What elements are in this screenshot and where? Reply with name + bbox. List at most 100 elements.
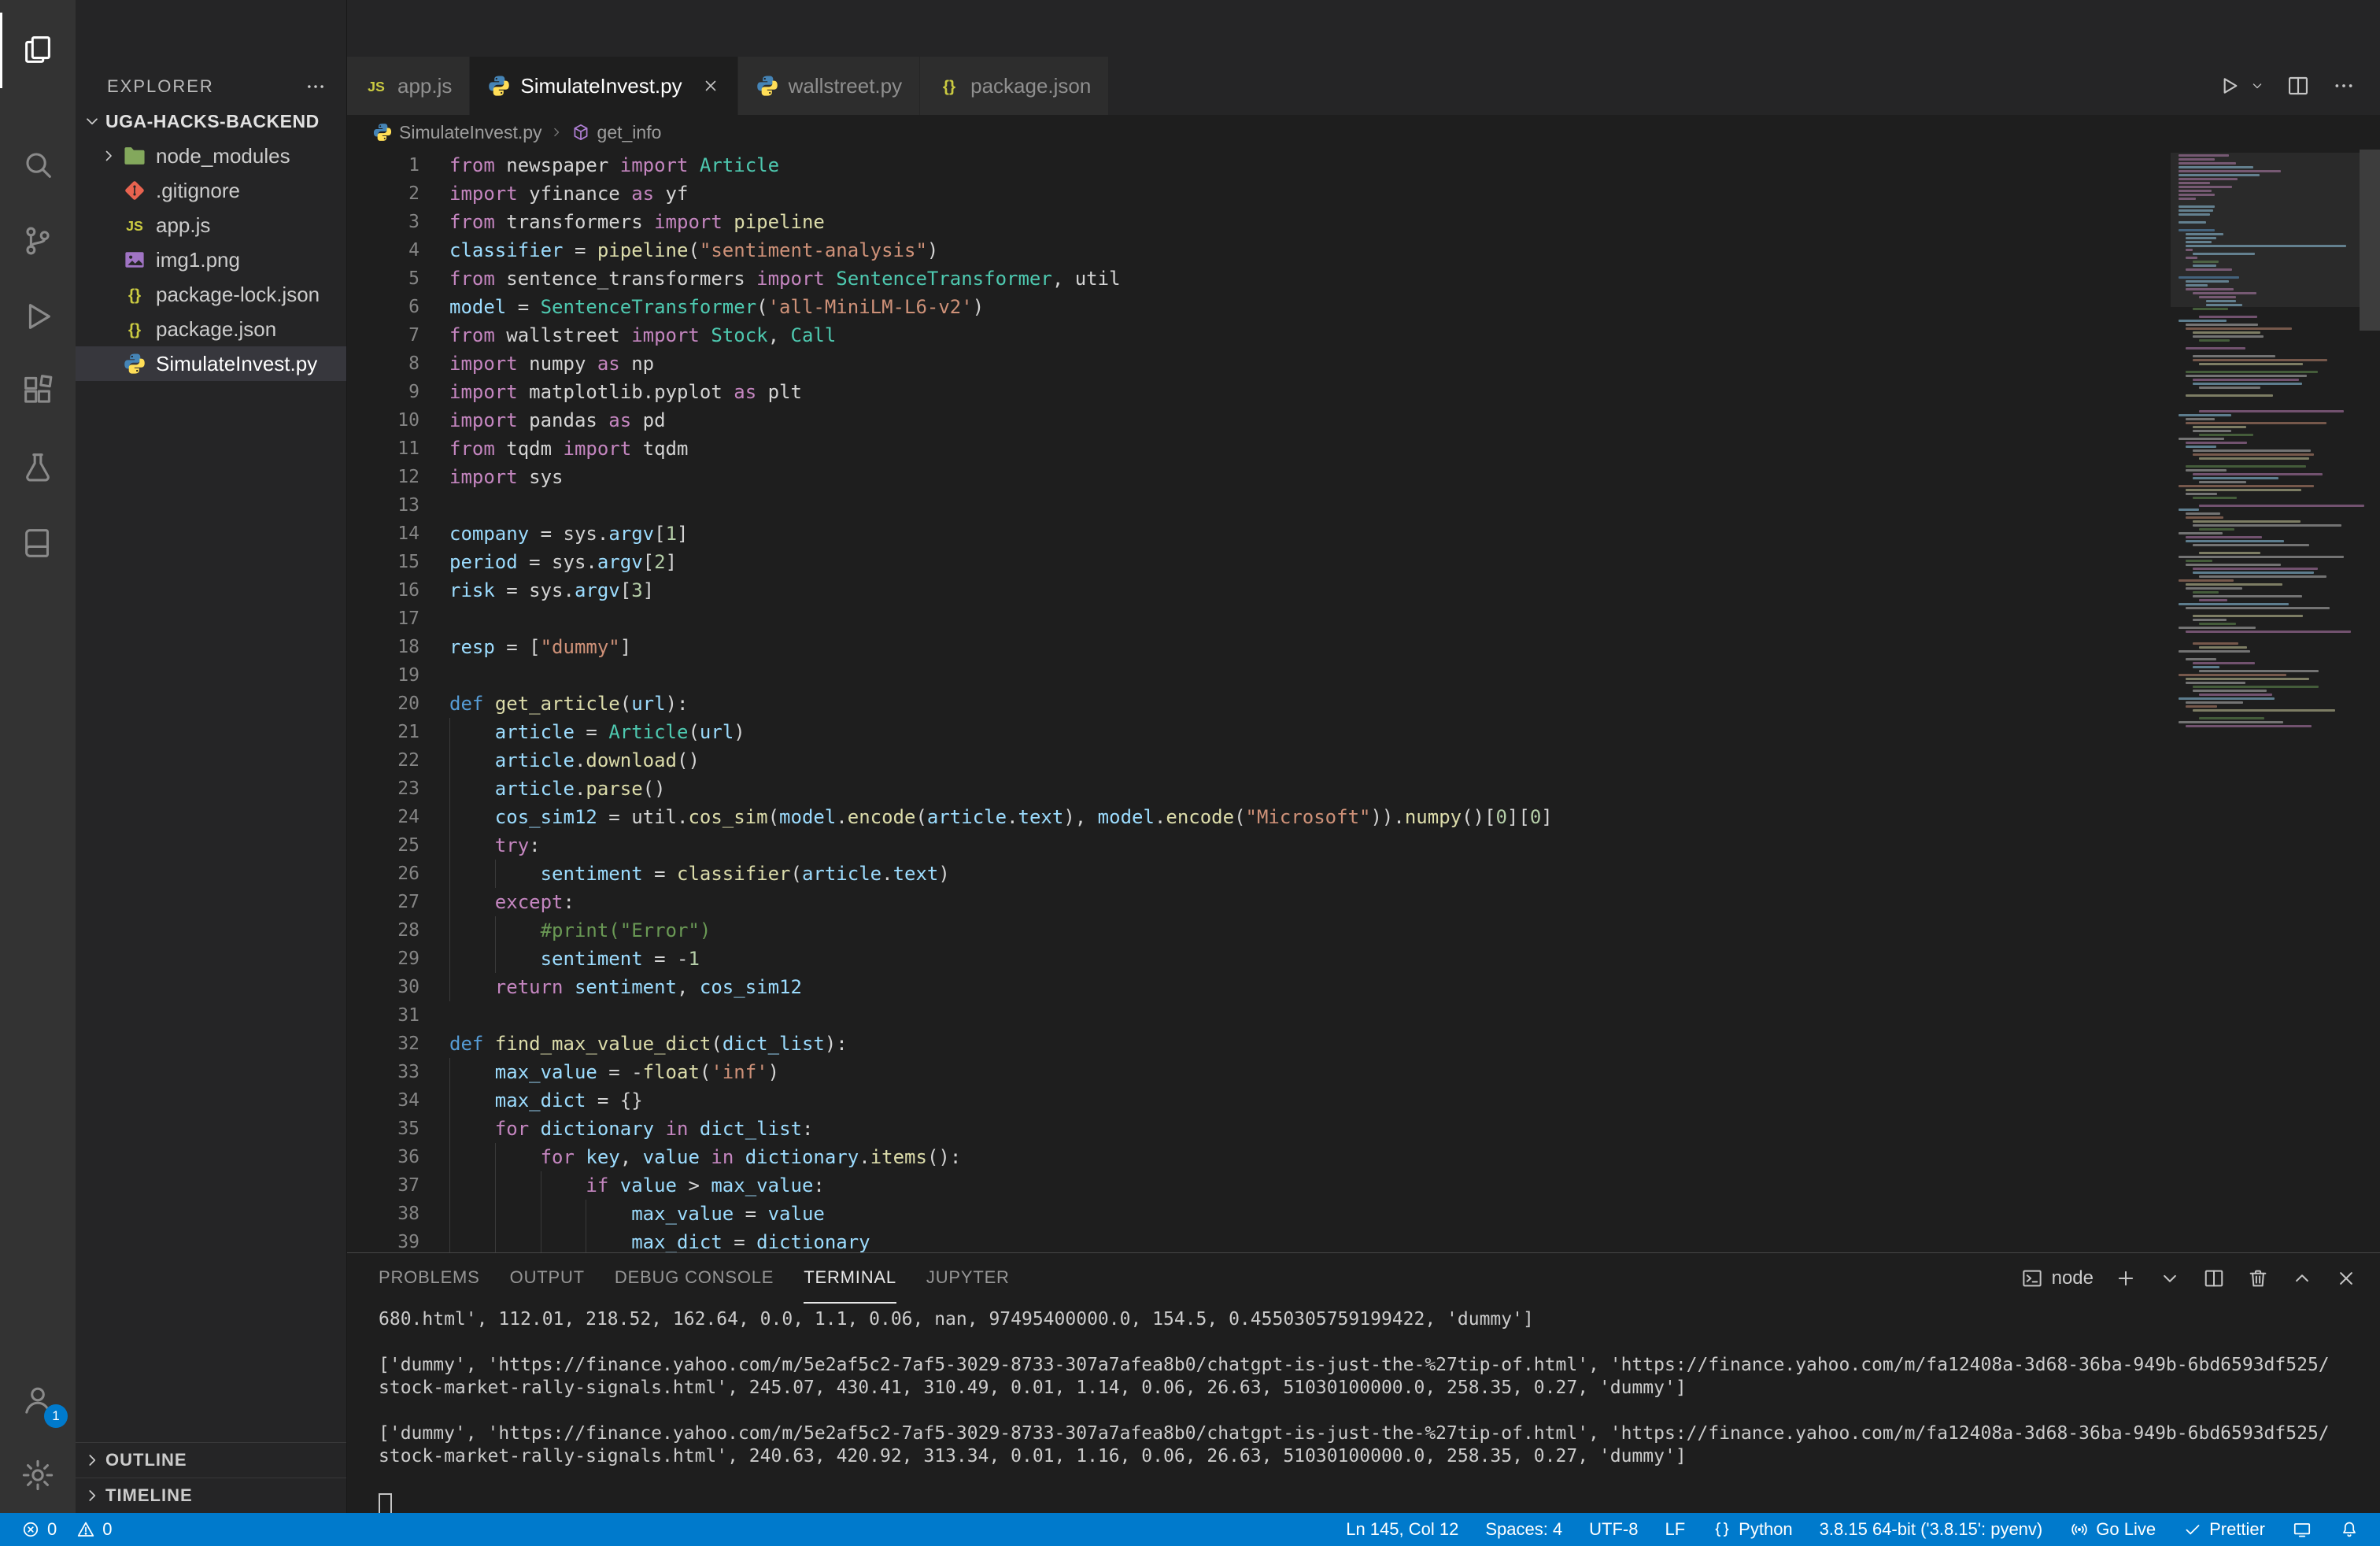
file-item-img1.png[interactable]: img1.png (76, 242, 346, 277)
status-screen-cast[interactable] (2292, 1519, 2312, 1540)
more-actions-button[interactable] (2331, 73, 2356, 98)
status-go-live[interactable]: Go Live (2069, 1519, 2156, 1540)
minimap[interactable] (2174, 153, 2356, 1252)
activity-item-search[interactable] (0, 128, 76, 203)
activity-item-source-control[interactable] (0, 203, 76, 279)
tab-package.json[interactable]: {}package.json (920, 57, 1109, 115)
panel-actions: node (2020, 1267, 2358, 1290)
run-button[interactable] (2216, 73, 2241, 98)
activity-item-testing[interactable] (0, 430, 76, 505)
tab-label: wallstreet.py (789, 74, 903, 98)
file-item-.gitignore[interactable]: .gitignore (76, 173, 346, 208)
breadcrumb-item[interactable]: SimulateInvest.py (372, 122, 542, 143)
status-prettier[interactable]: Prettier (2182, 1519, 2265, 1540)
symbol-method-icon (571, 122, 591, 142)
status-errors[interactable]: 0 (20, 1519, 57, 1540)
js-file-icon: JS (364, 74, 388, 98)
maximize-panel-button[interactable] (2290, 1267, 2314, 1290)
status-indentation[interactable]: Spaces: 4 (1485, 1519, 1562, 1540)
shell-selector[interactable]: node (2020, 1267, 2094, 1290)
breadcrumb-item[interactable]: get_info (571, 122, 662, 143)
terminal-line (379, 1468, 2364, 1491)
scrollbar-thumb[interactable] (2360, 150, 2380, 331)
activity-item-extensions[interactable] (0, 354, 76, 430)
close-panel-button[interactable] (2334, 1267, 2358, 1290)
panel-tab-debug-console[interactable]: DEBUG CONSOLE (615, 1253, 774, 1304)
testing-icon (20, 449, 56, 486)
image-file-icon (123, 248, 146, 272)
accounts-badge: 1 (44, 1404, 68, 1428)
status-eol[interactable]: LF (1665, 1519, 1685, 1540)
line-number: 29 (347, 945, 419, 973)
js-file-icon: JS (123, 213, 146, 237)
code-line: 24 cos_sim12 = util.cos_sim(model.encode… (347, 803, 2166, 831)
notebook-icon (20, 525, 56, 561)
status-python-interpreter[interactable]: 3.8.15 64-bit ('3.8.15': pyenv) (1820, 1519, 2043, 1540)
sidebar-header: EXPLORER (76, 69, 346, 104)
vscode-window: 1 EXPLORER UGA-HACKS-BACKEND node_module… (0, 0, 2380, 1546)
activity-item-explorer[interactable] (0, 13, 76, 88)
line-number: 28 (347, 916, 419, 945)
sidebar-pane-timeline[interactable]: TIMELINE (76, 1478, 346, 1513)
chevron-right-icon (99, 146, 123, 165)
kill-terminal-button[interactable] (2246, 1267, 2270, 1290)
file-item-SimulateInvest.py[interactable]: SimulateInvest.py (76, 346, 346, 381)
terminal-output[interactable]: 680.html', 112.01, 218.52, 162.64, 0.0, … (347, 1304, 2380, 1513)
panel-tab-terminal[interactable]: TERMINAL (804, 1253, 896, 1304)
activity-item-accounts[interactable]: 1 (0, 1362, 76, 1437)
tab-label: SimulateInvest.py (520, 74, 682, 98)
new-terminal-button[interactable] (2114, 1267, 2138, 1290)
broadcast-icon (2069, 1519, 2090, 1540)
line-number: 23 (347, 775, 419, 803)
screen-icon (2292, 1519, 2312, 1540)
split-terminal-button[interactable] (2202, 1267, 2226, 1290)
status-encoding[interactable]: UTF-8 (1589, 1519, 1638, 1540)
file-item-package.json[interactable]: {}package.json (76, 312, 346, 346)
line-number: 38 (347, 1200, 419, 1228)
panel-tab-problems[interactable]: PROBLEMS (379, 1253, 480, 1304)
status-label: Prettier (2209, 1519, 2265, 1540)
status-warnings[interactable]: 0 (76, 1519, 112, 1540)
line-number: 2 (347, 179, 419, 208)
sidebar-pane-outline[interactable]: OUTLINE (76, 1442, 346, 1478)
panel-tab-output[interactable]: OUTPUT (510, 1253, 585, 1304)
run-dropdown[interactable] (2262, 78, 2265, 94)
close-icon[interactable] (701, 76, 720, 95)
project-section-header[interactable]: UGA-HACKS-BACKEND (76, 104, 346, 139)
code-line: 22 article.download() (347, 746, 2166, 775)
svg-text:JS: JS (368, 79, 385, 94)
code-line: 38 max_value = value (347, 1200, 2166, 1228)
split-editor-button[interactable] (2286, 73, 2311, 98)
code-line: 23 article.parse() (347, 775, 2166, 803)
file-item-node_modules[interactable]: node_modules (76, 139, 346, 173)
terminal-line: stock-market-rally-signals.html', 245.07… (379, 1377, 2364, 1400)
tab-SimulateInvest.py[interactable]: SimulateInvest.py (470, 57, 737, 115)
activity-item-run-debug[interactable] (0, 279, 76, 354)
status-notifications[interactable] (2339, 1519, 2360, 1540)
code-line: 15period = sys.argv[2] (347, 548, 2166, 576)
activity-item-settings[interactable] (0, 1437, 76, 1513)
status-label: 3.8.15 64-bit ('3.8.15': pyenv) (1820, 1519, 2043, 1540)
file-item-app.js[interactable]: JS app.js (76, 208, 346, 242)
tab-wallstreet.py[interactable]: wallstreet.py (738, 57, 921, 115)
line-number: 7 (347, 321, 419, 350)
file-label: package.json (156, 317, 276, 342)
status-label: Python (1739, 1519, 1793, 1540)
panel-tab-jupyter[interactable]: JUPYTER (926, 1253, 1010, 1304)
status-language-mode[interactable]: Python (1712, 1519, 1793, 1540)
status-cursor-position[interactable]: Ln 145, Col 12 (1346, 1519, 1458, 1540)
panel-header: PROBLEMS OUTPUT DEBUG CONSOLE TERMINAL JUPYT… (347, 1253, 2380, 1304)
file-label: SimulateInvest.py (156, 352, 317, 376)
extensions-icon (20, 374, 56, 410)
file-item-package-lock.json[interactable]: {}package-lock.json (76, 277, 346, 312)
settings-gear-icon (20, 1457, 56, 1493)
ellipsis-icon[interactable] (304, 75, 327, 98)
file-label: app.js (156, 213, 210, 238)
activity-item-notebooks[interactable] (0, 505, 76, 581)
status-right: Ln 145, Col 12 Spaces: 4 UTF-8 LF Python 3.8.… (1346, 1519, 2360, 1540)
code-editor[interactable]: 1from newspaper import Article2import yf… (347, 150, 2380, 1252)
tab-app.js[interactable]: JSapp.js (347, 57, 470, 115)
terminal-dropdown[interactable] (2158, 1267, 2182, 1290)
file-label: img1.png (156, 248, 240, 272)
files-icon (20, 32, 56, 68)
